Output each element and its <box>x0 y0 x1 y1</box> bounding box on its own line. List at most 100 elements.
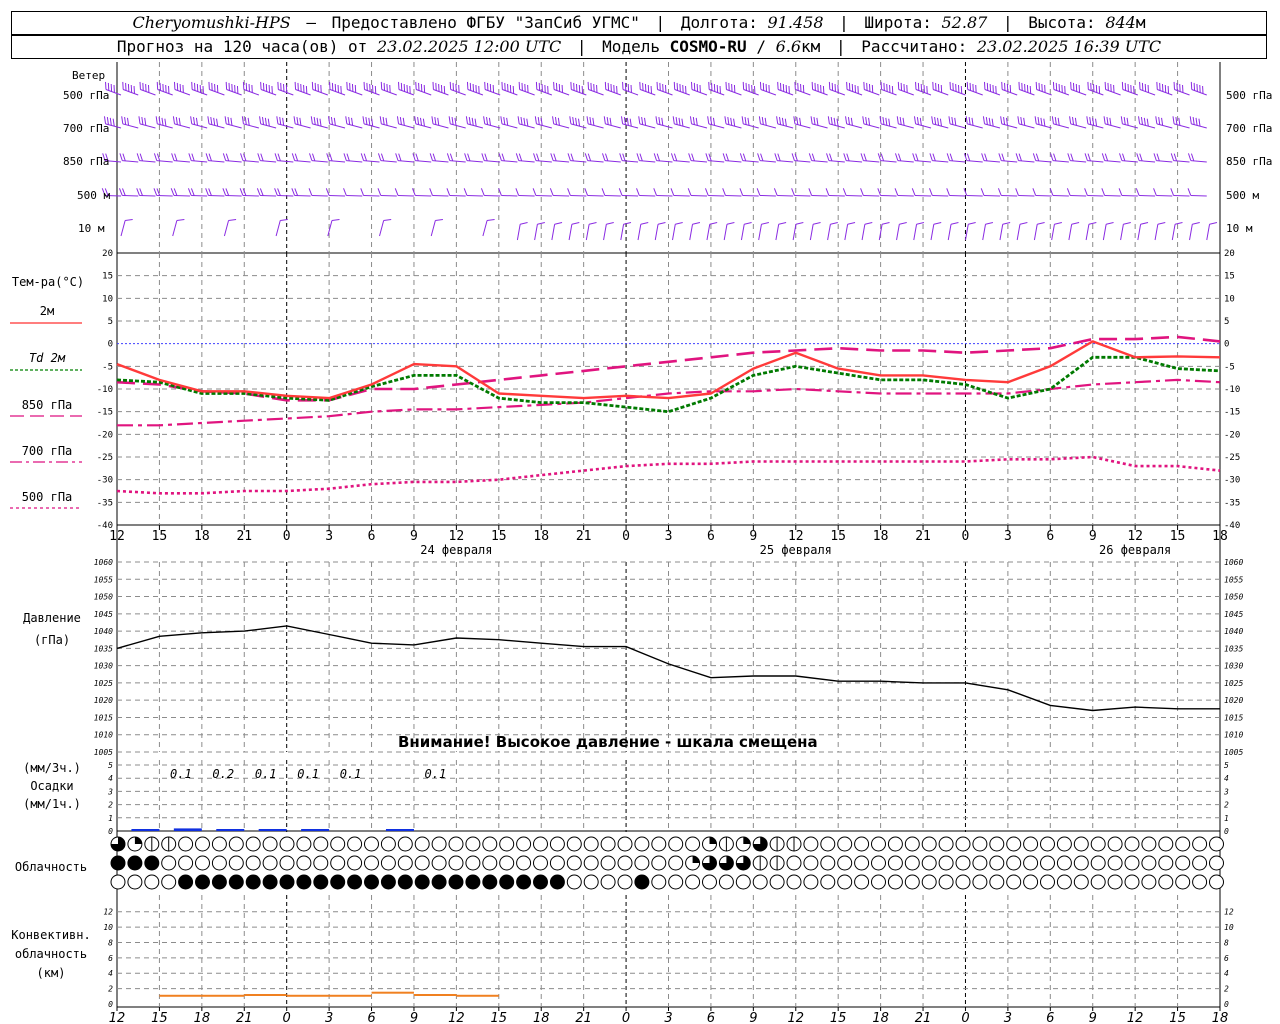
wind-barb <box>963 188 983 197</box>
wind-barb-feather <box>1118 188 1123 196</box>
wind-barb <box>791 188 811 197</box>
wind-barb <box>860 153 880 163</box>
wind-barb-staff <box>1070 160 1087 163</box>
wind-barb-staff <box>827 224 831 241</box>
cloud-cover-symbol <box>110 874 126 890</box>
wind-barb-feather <box>1051 116 1054 124</box>
wind-barb-feather <box>429 153 433 161</box>
time-tick-label: 0 <box>622 1011 630 1024</box>
pressure-title: Давление <box>23 611 81 625</box>
wind-barb <box>515 153 535 163</box>
time-tick-label: 15 <box>491 1011 508 1024</box>
wind-barb-staff <box>829 123 845 129</box>
time-tick-label: 21 <box>236 1011 253 1024</box>
wind-barb-feather <box>227 117 230 125</box>
wind-barb <box>1190 81 1207 96</box>
cloud-cover-symbol <box>550 875 565 889</box>
wind-barb-staff <box>1190 194 1207 197</box>
wind-barb <box>1135 188 1156 197</box>
wind-barb-feather <box>678 117 681 126</box>
cloud-cover-symbol <box>245 855 261 871</box>
model-resolution-unit: км <box>801 37 821 56</box>
wind-barb-feather <box>757 153 761 161</box>
time-tick-label: 3 <box>325 1011 333 1024</box>
wind-barb-staff <box>346 194 363 197</box>
wind-barb-feather <box>437 117 440 126</box>
convective-tick-label: 0 <box>108 1000 113 1009</box>
cloud-cover-symbol <box>668 874 684 890</box>
wind-barb <box>1068 222 1080 241</box>
time-tick-label: 6 <box>367 1011 375 1024</box>
cloud-cover-symbol <box>938 874 954 890</box>
wind-barb-feather <box>623 117 626 125</box>
cloud-cover-symbol <box>1124 855 1140 871</box>
wind-barb-staff <box>740 224 745 241</box>
wind-barb <box>121 116 139 129</box>
wind-barb-staff <box>518 160 535 163</box>
wind-barb-staff <box>775 224 780 241</box>
wind-barb-feather <box>330 117 333 125</box>
wind-barb-feather <box>1106 117 1109 125</box>
wind-barb-staff <box>690 194 707 197</box>
wind-barb-staff <box>967 123 983 129</box>
pressure-tick-label: 1025 <box>1224 679 1243 688</box>
wind-barb-staff <box>846 89 863 96</box>
wind-barb-feather <box>282 117 285 126</box>
wind-barb-staff <box>637 224 642 241</box>
wind-barb <box>966 81 983 96</box>
longitude-label: Долгота: <box>680 13 758 32</box>
wind-barb <box>291 153 311 163</box>
wind-barb-staff <box>277 160 294 163</box>
cloud-cover-symbol <box>617 836 633 852</box>
wind-barb <box>1170 153 1190 163</box>
wind-barb <box>552 116 570 129</box>
cloud-cover-symbol <box>279 855 295 871</box>
cloud-cover-symbol <box>634 836 650 852</box>
wind-barb-feather <box>1052 81 1055 90</box>
wind-barb <box>739 188 759 197</box>
wind-barb-feather <box>1174 222 1183 225</box>
wind-barb <box>534 116 552 129</box>
wind-barb-feather <box>259 188 264 196</box>
wind-barb <box>277 81 294 96</box>
wind-barb-feather <box>825 188 830 196</box>
wind-barb-staff <box>1154 224 1159 241</box>
wind-barb-staff <box>585 224 590 241</box>
wind-barb <box>670 188 690 197</box>
pressure-tick-label: 1055 <box>1224 575 1243 584</box>
cloud-cover-symbol <box>921 836 937 852</box>
wind-barb-feather <box>1086 116 1089 124</box>
wind-barb <box>274 153 294 163</box>
wind-barb-staff <box>242 160 259 163</box>
wind-barb-feather <box>742 81 745 90</box>
header-line-1: Cheryomushki-HPS – Предоставлено ФГБУ "З… <box>11 11 1267 35</box>
wind-barb <box>929 188 949 197</box>
wind-barb-staff <box>640 89 656 96</box>
convective-bar <box>371 991 414 994</box>
wind-barb-feather <box>1067 153 1071 161</box>
wind-barb-feather <box>827 116 830 124</box>
wind-barb <box>845 116 863 129</box>
wind-barb-feather <box>329 153 333 162</box>
cloud-cover-symbol <box>820 836 836 852</box>
cloud-cover-symbol <box>668 855 684 871</box>
wind-barb-feather <box>932 81 934 90</box>
wind-barb-feather <box>764 117 767 126</box>
wind-barb <box>466 81 484 96</box>
cloud-cover-symbol <box>1209 855 1224 871</box>
cloud-cover-symbol <box>1209 874 1224 890</box>
wind-barb-staff <box>898 123 914 129</box>
wind-barb-feather <box>417 117 420 125</box>
wind-barb-feather <box>1104 81 1107 90</box>
cloud-cover-symbol <box>1006 874 1022 890</box>
wind-barb <box>897 81 914 96</box>
wind-barb-feather <box>1070 81 1072 90</box>
wind-barb-staff <box>415 194 432 197</box>
wind-barb-feather <box>484 153 488 162</box>
cloud-cover-symbol <box>516 855 532 871</box>
wind-barb <box>860 188 880 197</box>
wind-level-label-right: 500 м <box>1226 189 1260 202</box>
wind-barb-staff <box>430 220 436 237</box>
wind-barb-staff <box>949 160 966 163</box>
wind-barb-staff <box>984 123 1001 129</box>
